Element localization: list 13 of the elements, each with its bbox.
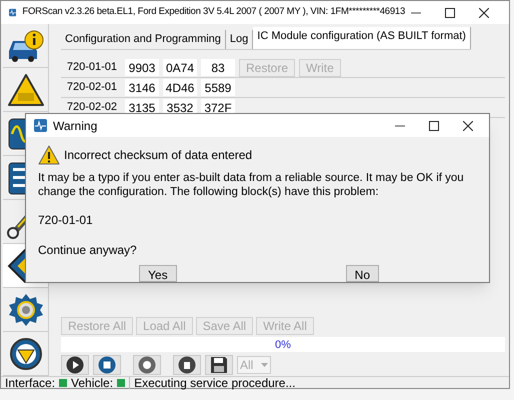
status-label: Interface: — [5, 376, 56, 388]
status-message: Executing service procedure... — [129, 376, 296, 388]
window-title: FORScan v2.3.26 beta.EL1, Ford Expedition 3V 5.4L 2007 ( 2007 MY ), VIN: 1FM*********46913 — [22, 5, 405, 20]
dialog-heading: Incorrect checksum of data entered — [64, 147, 252, 164]
block-id: 720-01-01 — [38, 212, 94, 229]
block-label: 720-02-02 — [66, 100, 118, 116]
block-label: 720-01-01 — [66, 60, 118, 76]
progress-label: 0% — [275, 338, 291, 353]
dialog-message: It may be a typo if you enter as-built data from a reliable source. It may be OK if you change the configuration. The following block(s) have this problem: — [38, 171, 465, 199]
dialog-question: Continue anyway? — [38, 242, 138, 259]
dialog-title: Warning — [53, 118, 98, 134]
block-label: 720-02-01 — [66, 80, 118, 96]
status-label: Vehicle: — [71, 376, 114, 388]
